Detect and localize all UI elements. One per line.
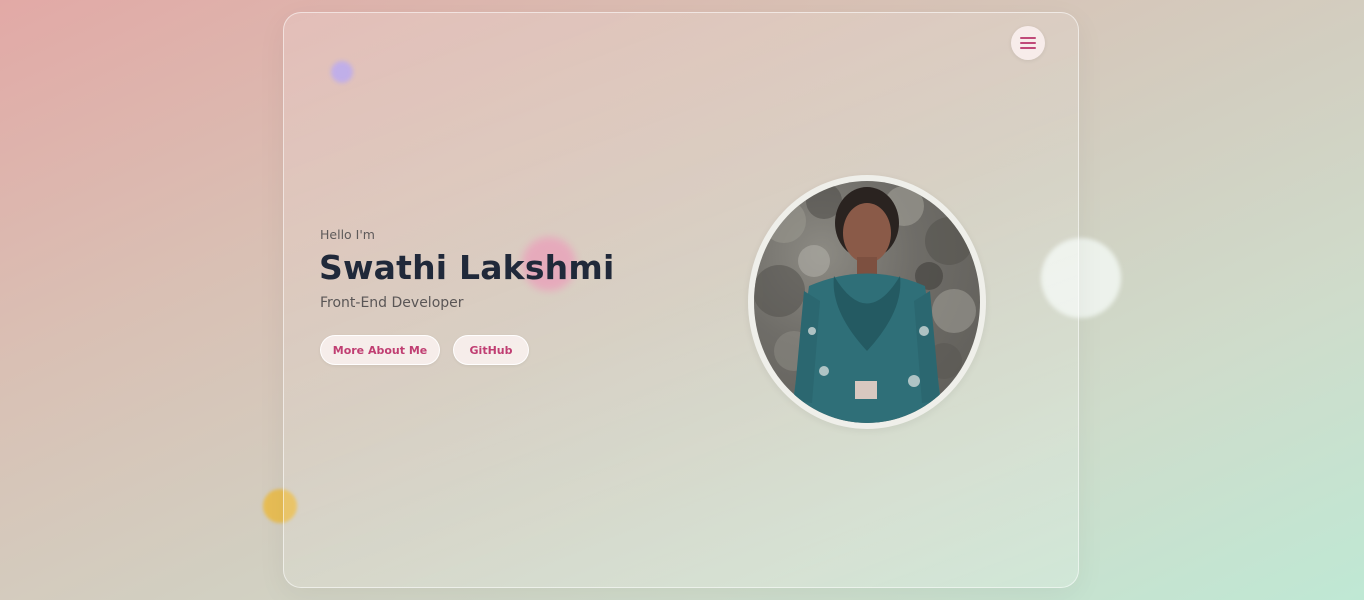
profile-photo bbox=[754, 181, 980, 423]
hamburger-menu-icon bbox=[1020, 37, 1036, 49]
profile-photo-frame bbox=[748, 175, 986, 429]
github-button[interactable]: GitHub bbox=[453, 335, 529, 365]
menu-button[interactable] bbox=[1011, 26, 1045, 60]
greeting-text: Hello I'm bbox=[320, 227, 375, 242]
more-about-me-button[interactable]: More About Me bbox=[320, 335, 440, 365]
hero-name: Swathi Lakshmi bbox=[319, 248, 615, 287]
hero-role: Front-End Developer bbox=[320, 295, 464, 311]
